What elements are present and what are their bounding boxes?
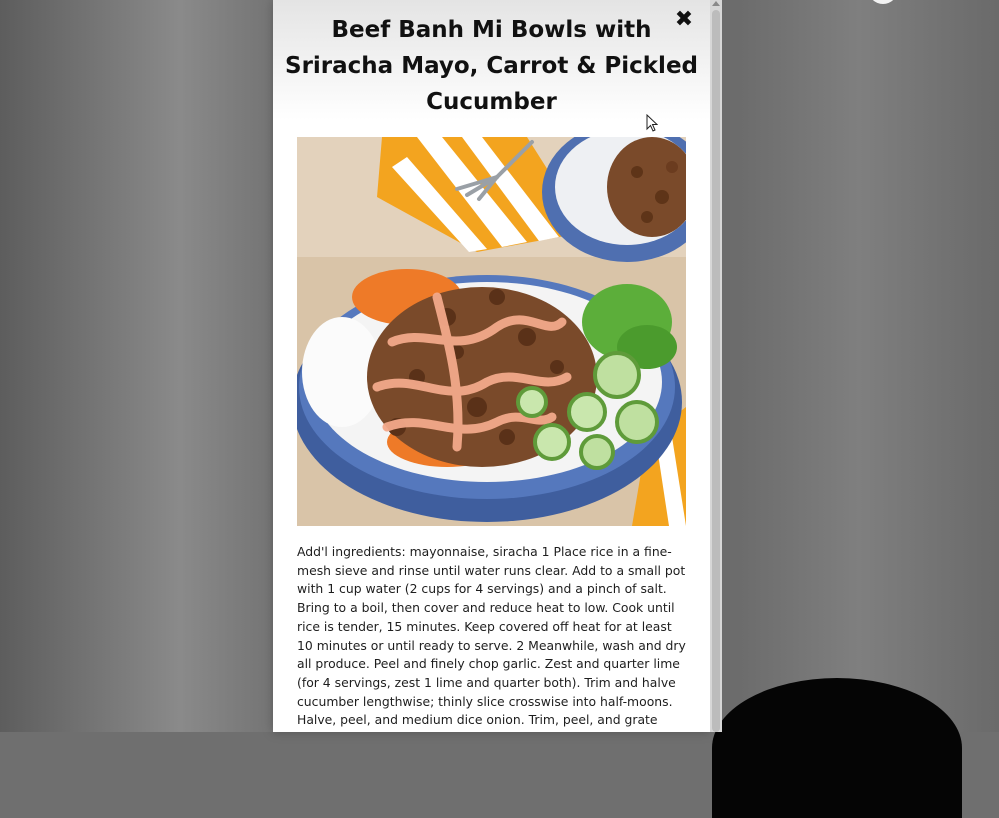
scroll-up-icon[interactable] [712,1,720,6]
close-icon[interactable]: ✖ [672,8,696,32]
scroll-thumb[interactable] [712,10,720,732]
webcam-silhouette [712,678,962,818]
recipe-modal: Beef Banh Mi Bowls with Sriracha Mayo, C… [273,0,710,732]
modal-scrollbar[interactable] [710,0,722,732]
recipe-title: Beef Banh Mi Bowls with Sriracha Mayo, C… [285,17,699,115]
recipe-photo [297,137,686,526]
mouse-pointer-icon [646,114,658,132]
recipe-instructions: Add'l ingredients: mayonnaise, siracha 1… [297,544,686,732]
